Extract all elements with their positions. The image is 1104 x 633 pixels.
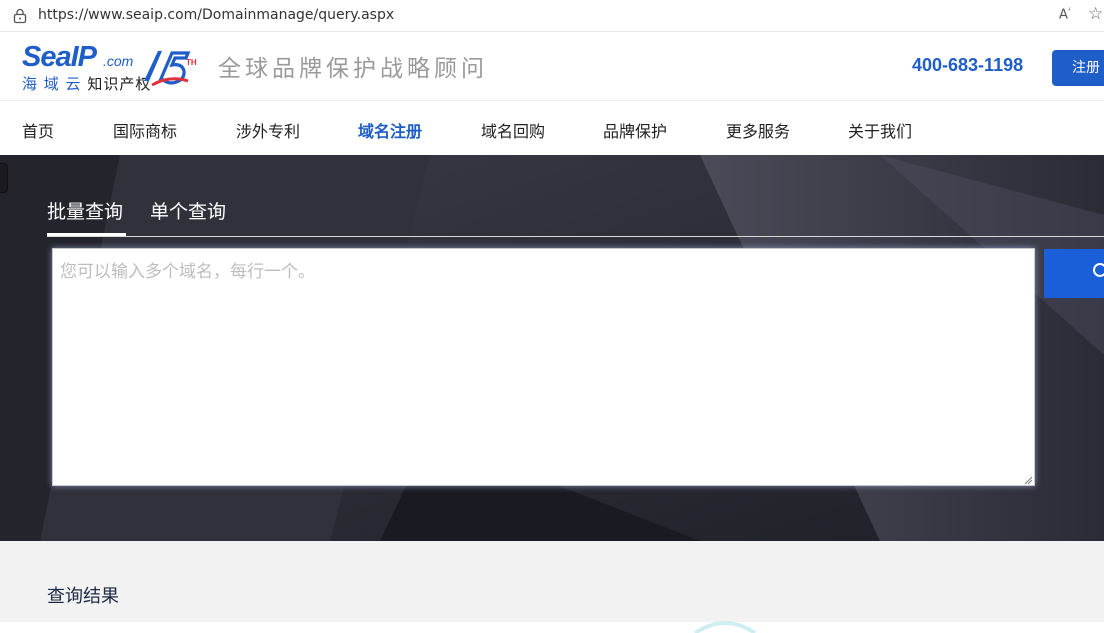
url-text[interactable]: https://www.seaip.com/Domainmanage/query… — [38, 7, 394, 23]
tab-batch-query[interactable]: 批量查询 — [47, 197, 123, 224]
lock-icon[interactable] — [12, 8, 28, 24]
nav-item-domain-buyback[interactable]: 域名回购 — [481, 118, 545, 142]
results-section: 查询结果 — [0, 541, 1104, 633]
phone-number[interactable]: 400-683-1198 — [912, 55, 1023, 76]
logo-word-ip: IP — [70, 41, 97, 73]
nav-item-domain-registration[interactable]: 域名注册 — [358, 118, 422, 142]
main-nav: 首页 国际商标 涉外专利 域名注册 域名回购 品牌保护 更多服务 关于我们 — [0, 100, 1104, 155]
results-title: 查询结果 — [47, 586, 119, 607]
site-header: SeaIP .com 海 域 云 知识产权 TH 全球品牌保护战略顾问 400-… — [0, 33, 1104, 99]
nav-item-more-services[interactable]: 更多服务 — [726, 118, 790, 142]
search-button[interactable] — [1044, 249, 1104, 298]
nav-item-intl-trademark[interactable]: 国际商标 — [113, 118, 177, 142]
tab-divider — [47, 236, 1104, 237]
register-button[interactable]: 注册 — [1052, 50, 1104, 86]
star-icon[interactable]: ☆ — [1088, 4, 1103, 24]
slogan: 全球品牌保护战略顾问 — [218, 56, 488, 82]
domain-list-textarea[interactable] — [52, 248, 1035, 486]
query-hero: 批量查询 单个查询 — [0, 155, 1104, 541]
logo[interactable]: SeaIP — [22, 41, 97, 74]
logo-word-sea: Sea — [22, 41, 72, 73]
logo-com: .com — [103, 53, 134, 69]
anniversary-badge-icon: TH — [144, 51, 197, 87]
nav-item-brand-protection[interactable]: 品牌保护 — [603, 118, 667, 142]
nav-item-about-us[interactable]: 关于我们 — [848, 118, 912, 142]
tab-single-query[interactable]: 单个查询 — [150, 197, 226, 224]
address-bar[interactable]: https://www.seaip.com/Domainmanage/query… — [0, 0, 1104, 32]
logo-chinese: 海 域 云 知识产权 — [22, 73, 151, 94]
read-aloud-icon[interactable]: Aꜜ — [1059, 6, 1071, 22]
nav-item-home[interactable]: 首页 — [22, 118, 54, 142]
search-icon — [1093, 263, 1104, 277]
anniversary-th: TH — [186, 58, 197, 67]
side-panel-handle[interactable] — [0, 163, 8, 193]
resize-grip-icon[interactable] — [1023, 475, 1033, 485]
loading-arc-icon — [693, 621, 757, 633]
nav-item-foreign-patent[interactable]: 涉外专利 — [236, 118, 300, 142]
logo-cn-brand: 海 域 云 — [22, 75, 82, 93]
